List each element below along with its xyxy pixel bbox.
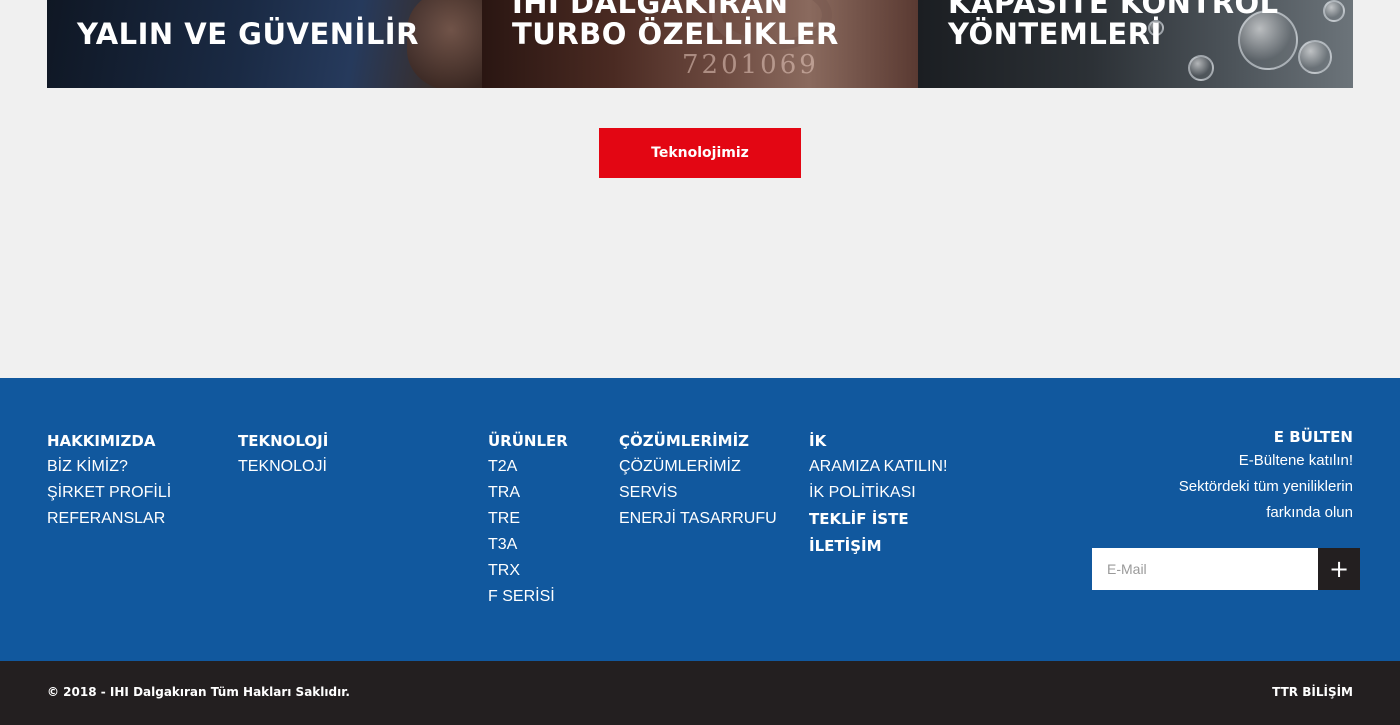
- hero-tile-title-line: TURBO ÖZELLİKLER: [512, 17, 839, 51]
- newsletter-title: E BÜLTEN: [1273, 428, 1353, 446]
- footer-link[interactable]: SERVİS: [619, 483, 777, 509]
- hero-image-stamp: 7201069: [682, 50, 819, 80]
- hero-image-bubble: [1188, 55, 1214, 81]
- footer-link[interactable]: T3A: [488, 535, 568, 561]
- hero-image-bubble: [1323, 0, 1345, 22]
- agency-credit-link[interactable]: TTR BİLİŞİM: [1272, 685, 1353, 699]
- footer-link[interactable]: TEKNOLOJİ: [238, 457, 328, 483]
- newsletter-text: farkında olun: [1266, 504, 1353, 521]
- footer-link[interactable]: F SERİSİ: [488, 587, 568, 613]
- hero-tiles: YALIN VE GÜVENİLİR 7201069 IHI DALGAKIRA…: [47, 0, 1353, 88]
- plus-icon: +: [1328, 555, 1350, 583]
- hero-tile-title: IHI DALGAKIRAN TURBO ÖZELLİKLER: [512, 0, 839, 50]
- footer-link[interactable]: ENERJİ TASARRUFU: [619, 509, 777, 535]
- hero-tile-title-line: YALIN VE GÜVENİLİR: [77, 17, 419, 51]
- footer-column-title[interactable]: ÇÖZÜMLERİMİZ: [619, 431, 777, 457]
- email-field[interactable]: [1092, 548, 1318, 590]
- hero-tile-lean[interactable]: YALIN VE GÜVENİLİR: [47, 0, 482, 88]
- footer-column-title[interactable]: ÜRÜNLER: [488, 431, 568, 457]
- technology-button[interactable]: Teknolojimiz: [599, 128, 801, 178]
- newsletter-form: +: [1092, 548, 1360, 590]
- footer-column-title[interactable]: İK: [809, 431, 947, 457]
- hero-tile-title: YALIN VE GÜVENİLİR: [77, 19, 419, 50]
- footer-link[interactable]: İK POLİTİKASI: [809, 483, 947, 509]
- newsletter-submit-button[interactable]: +: [1318, 548, 1360, 590]
- bottom-bar: © 2018 - IHI Dalgakıran Tüm Hakları Sakl…: [0, 661, 1400, 725]
- footer-link[interactable]: TRE: [488, 509, 568, 535]
- footer-column-technology: TEKNOLOJİ TEKNOLOJİ: [238, 431, 328, 483]
- footer-column-products: ÜRÜNLER T2A TRA TRE T3A TRX F SERİSİ: [488, 431, 568, 613]
- copyright-text: © 2018 - IHI Dalgakıran Tüm Hakları Sakl…: [47, 685, 350, 699]
- hero-tile-title-line: YÖNTEMLERİ: [948, 17, 1162, 51]
- footer-column-title[interactable]: HAKKIMIZDA: [47, 431, 171, 457]
- footer-column-about: HAKKIMIZDA BİZ KİMİZ? ŞİRKET PROFİLİ REF…: [47, 431, 171, 535]
- footer-column-solutions: ÇÖZÜMLERİMİZ ÇÖZÜMLERİMİZ SERVİS ENERJİ …: [619, 431, 777, 535]
- footer-link[interactable]: TRX: [488, 561, 568, 587]
- newsletter-text: Sektördeki tüm yeniliklerin: [1178, 478, 1353, 495]
- footer-link[interactable]: TRA: [488, 483, 568, 509]
- hero-tile-capacity[interactable]: KAPASİTE KONTROL YÖNTEMLERİ: [918, 0, 1353, 88]
- footer-link[interactable]: REFERANSLAR: [47, 509, 171, 535]
- footer-column-hr: İK ARAMIZA KATILIN! İK POLİTİKASI TEKLİF…: [809, 431, 947, 563]
- contact-link[interactable]: İLETİŞİM: [809, 536, 947, 563]
- footer-link[interactable]: ŞİRKET PROFİLİ: [47, 483, 171, 509]
- hero-tile-turbo[interactable]: 7201069 IHI DALGAKIRAN TURBO ÖZELLİKLER: [482, 0, 918, 88]
- footer-link[interactable]: BİZ KİMİZ?: [47, 457, 171, 483]
- hero-image-bubble: [1298, 40, 1332, 74]
- site-footer: HAKKIMIZDA BİZ KİMİZ? ŞİRKET PROFİLİ REF…: [0, 378, 1400, 661]
- hero-tile-title: KAPASİTE KONTROL YÖNTEMLERİ: [948, 0, 1279, 50]
- footer-link[interactable]: T2A: [488, 457, 568, 483]
- request-quote-link[interactable]: TEKLİF İSTE: [809, 509, 947, 536]
- newsletter-block: E BÜLTEN E-Bültene katılın! Sektördeki t…: [1093, 426, 1353, 526]
- footer-column-title[interactable]: TEKNOLOJİ: [238, 431, 328, 457]
- footer-link[interactable]: ÇÖZÜMLERİMİZ: [619, 457, 777, 483]
- newsletter-text: E-Bültene katılın!: [1238, 452, 1353, 469]
- footer-link[interactable]: ARAMIZA KATILIN!: [809, 457, 947, 483]
